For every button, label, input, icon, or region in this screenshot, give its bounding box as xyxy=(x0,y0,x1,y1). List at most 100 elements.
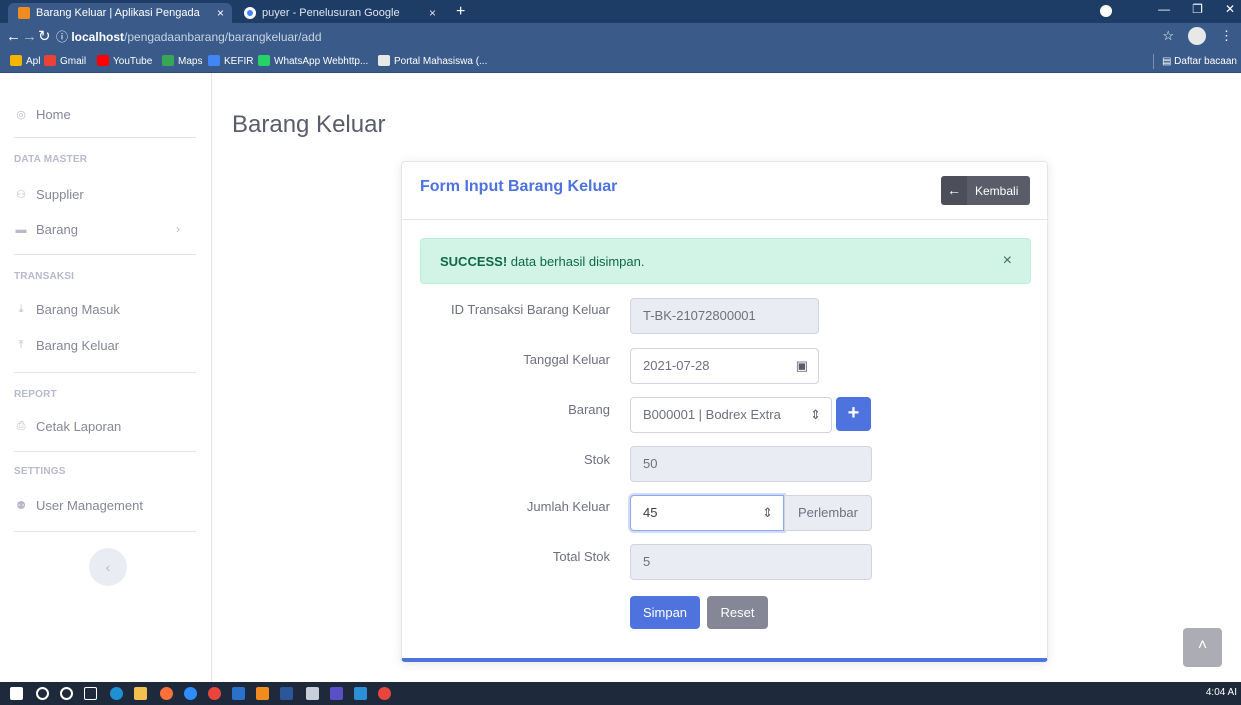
barang-select[interactable]: B000001 | Bodrex Extra ⇕ xyxy=(630,397,832,433)
sidebar-item-label: Barang Masuk xyxy=(36,302,120,317)
stok-label: Stok xyxy=(583,452,610,467)
tab-google-search[interactable]: puyer - Penelusuran Google × xyxy=(234,3,444,23)
forward-icon[interactable]: → xyxy=(22,28,37,46)
edge-icon[interactable] xyxy=(110,687,123,700)
window-controls: — ❐ ✕ xyxy=(1158,2,1235,16)
bookmark-label: Gmail xyxy=(60,56,87,67)
zoom-icon[interactable] xyxy=(184,687,197,700)
address-bar-actions: ☆ ⋮ xyxy=(1162,27,1233,45)
tab-barang-keluar[interactable]: Barang Keluar | Aplikasi Pengada × xyxy=(8,3,232,23)
sidebar-divider xyxy=(14,254,196,255)
scroll-to-top-button[interactable]: ˄ xyxy=(1183,628,1222,667)
sidebar-item-cetak-laporan[interactable]: ⎙ Cetak Laporan xyxy=(14,419,122,434)
reading-list-label: Daftar bacaan xyxy=(1174,56,1237,67)
back-icon[interactable]: ← xyxy=(6,28,21,46)
chrome-active-icon[interactable] xyxy=(378,687,391,700)
xampp-icon[interactable] xyxy=(256,687,269,700)
arrow-left-icon: ← xyxy=(941,176,967,205)
jumlah-keluar-input[interactable]: 45 ⇕ xyxy=(630,495,784,531)
gmail-icon xyxy=(44,55,56,66)
success-alert: SUCCESS! data berhasil disimpan. × xyxy=(420,238,1031,284)
task-view-icon[interactable] xyxy=(84,687,97,700)
tab-close-icon[interactable]: × xyxy=(217,3,224,23)
sidebar-item-barang-masuk[interactable]: ⤓ Barang Masuk xyxy=(14,302,120,317)
sidebar-divider xyxy=(14,451,196,452)
add-barang-button[interactable]: + xyxy=(836,397,871,431)
sidebar-item-user-management[interactable]: ⚉ User Management xyxy=(14,498,143,513)
app-favicon-icon xyxy=(18,7,30,19)
sidebar-item-label: Barang xyxy=(36,222,78,237)
reset-button[interactable]: Reset xyxy=(707,596,768,629)
file-explorer-icon[interactable] xyxy=(134,687,147,700)
tab-close-icon[interactable]: × xyxy=(429,3,436,23)
address-bar: ← → ↻ ⓘ localhost/pengadaanbarang/barang… xyxy=(0,23,1241,51)
calendar-icon[interactable]: ▣ xyxy=(796,349,808,383)
print-icon: ⎙ xyxy=(16,420,26,432)
menu-icon[interactable]: ⋮ xyxy=(1220,28,1233,44)
star-icon[interactable]: ☆ xyxy=(1162,28,1174,44)
back-button[interactable]: ← Kembali xyxy=(941,176,1030,205)
alert-message: SUCCESS! data berhasil disimpan. xyxy=(440,254,645,269)
simpan-button[interactable]: Simpan xyxy=(630,596,700,629)
firefox-icon[interactable] xyxy=(160,687,173,700)
google-favicon-icon xyxy=(244,7,256,19)
bookmark-kefir[interactable]: KEFIR xyxy=(208,55,253,69)
sidebar-toggle-button[interactable]: ‹ xyxy=(89,548,127,586)
bookmark-youtube[interactable]: YouTube xyxy=(97,55,152,69)
sidebar-item-label: Cetak Laporan xyxy=(36,419,122,434)
account-icon[interactable] xyxy=(1100,5,1112,17)
sidebar-divider xyxy=(14,531,196,532)
folder-icon: ▬ xyxy=(15,223,27,236)
chevron-right-icon[interactable]: › xyxy=(176,222,180,236)
sidebar-item-supplier[interactable]: ⚇ Supplier xyxy=(14,187,84,202)
apps-grid-icon xyxy=(10,55,22,66)
search-icon[interactable] xyxy=(36,687,49,700)
bookmark-gmail[interactable]: Gmail xyxy=(44,55,86,69)
barang-selected-value: B000001 | Bodrex Extra xyxy=(643,407,781,422)
chrome-icon[interactable] xyxy=(208,687,221,700)
restore-icon[interactable]: ❐ xyxy=(1192,2,1203,16)
form-card: Form Input Barang Keluar ← Kembali SUCCE… xyxy=(401,161,1048,662)
alert-close-icon[interactable]: × xyxy=(1003,252,1012,270)
notepad-icon[interactable] xyxy=(306,687,319,700)
page-title: Barang Keluar xyxy=(232,111,386,138)
windows-start-icon[interactable] xyxy=(10,687,23,700)
info-icon: ⓘ xyxy=(56,30,72,44)
minimize-icon[interactable]: — xyxy=(1158,2,1170,16)
id-transaksi-field: T-BK-21072800001 xyxy=(630,298,819,334)
vscode-icon[interactable] xyxy=(354,687,367,700)
new-tab-button[interactable]: + xyxy=(456,2,465,22)
close-window-icon[interactable]: ✕ xyxy=(1225,2,1235,16)
sidebar-item-barang[interactable]: ▬ Barang xyxy=(14,222,78,237)
profile-avatar[interactable] xyxy=(1188,27,1206,45)
total-stok-field: 5 xyxy=(630,544,872,580)
bookmark-label: Apl xyxy=(26,56,41,67)
sidebar: ◎ Home DATA MASTER ⚇ Supplier ▬ Barang › TR… xyxy=(0,73,212,682)
globe-icon xyxy=(378,55,390,66)
word-icon[interactable] xyxy=(280,687,293,700)
kefir-icon xyxy=(208,55,220,66)
unit-addon: Perlembar xyxy=(784,495,872,531)
tanggal-keluar-field[interactable]: 2021-07-28 ▣ xyxy=(630,348,819,384)
bookmark-label: WhatsApp Webhttp... xyxy=(274,56,369,67)
visual-studio-icon[interactable] xyxy=(330,687,343,700)
bookmark-apps[interactable]: Apl xyxy=(10,55,40,69)
bookmark-maps[interactable]: Maps xyxy=(162,55,202,69)
sidebar-item-home[interactable]: ◎ Home xyxy=(14,107,71,122)
sidebar-divider xyxy=(14,372,196,373)
app-icon[interactable] xyxy=(232,687,245,700)
sidebar-item-label: Barang Keluar xyxy=(36,338,120,353)
sidebar-item-barang-keluar[interactable]: ⤒ Barang Keluar xyxy=(14,338,120,353)
url-path: /pengadaanbarang/barangkeluar/add xyxy=(124,30,322,44)
number-stepper-icon[interactable]: ⇕ xyxy=(762,496,773,530)
url-field[interactable]: ⓘ localhost/pengadaanbarang/barangkeluar… xyxy=(56,27,322,47)
bookmark-portal[interactable]: Portal Mahasiswa (... xyxy=(378,55,487,69)
bookmark-whatsapp[interactable]: WhatsApp Webhttp... xyxy=(258,55,368,69)
cortana-icon[interactable] xyxy=(60,687,73,700)
select-arrows-icon: ⇕ xyxy=(810,407,821,422)
sidebar-heading-settings: SETTINGS xyxy=(14,466,66,477)
sidebar-divider xyxy=(14,137,196,138)
bookmark-label: Portal Mahasiswa (... xyxy=(394,56,488,67)
reading-list[interactable]: ▤ Daftar bacaan xyxy=(1152,54,1237,69)
reload-icon[interactable]: ↻ xyxy=(38,28,51,46)
